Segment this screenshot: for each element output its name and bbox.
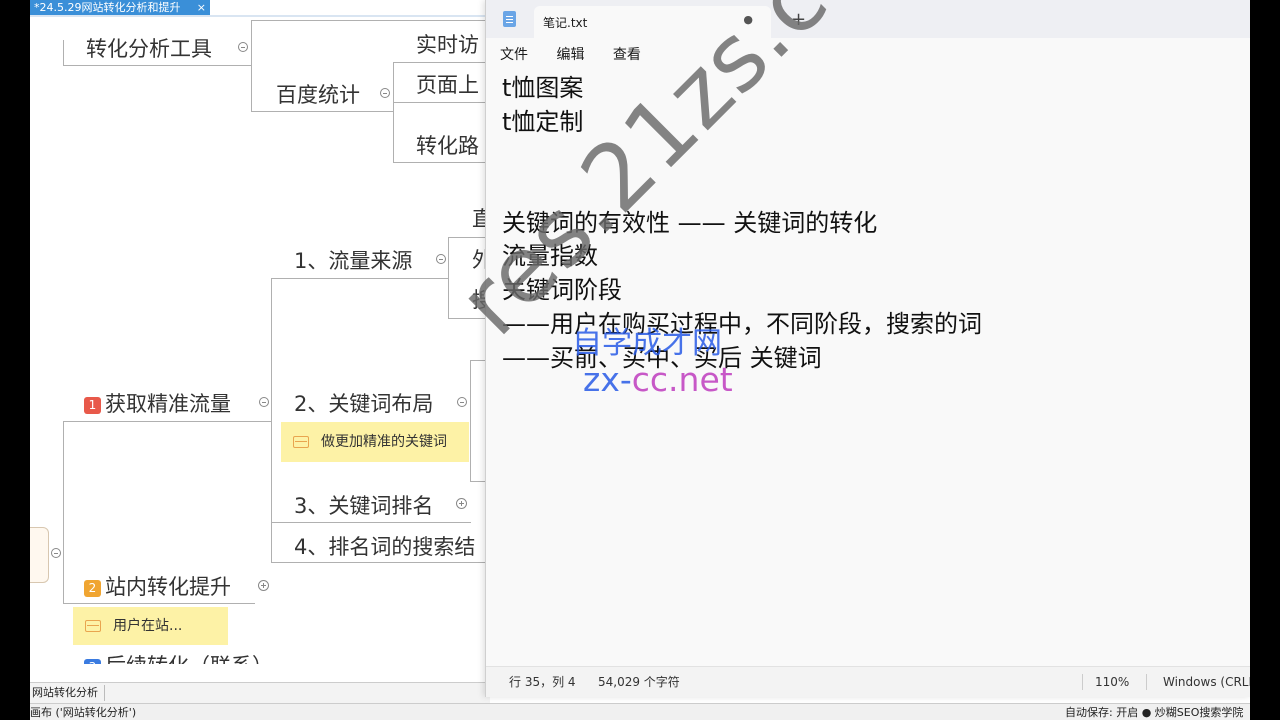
priority-3-icon: 3 xyxy=(84,659,101,664)
connector xyxy=(393,102,491,103)
side-panel-handle[interactable] xyxy=(30,527,49,583)
connector xyxy=(470,360,471,482)
node-baidu[interactable]: 百度统计 xyxy=(276,79,360,109)
mindmap-tab-title: *24.5.29网站转化分析和提升 xyxy=(34,1,181,14)
notepad-app-icon xyxy=(503,11,516,27)
line-ending[interactable]: Windows (CRLF) xyxy=(1163,667,1250,697)
node-keyword-layout[interactable]: 2、关键词布局 xyxy=(294,388,433,418)
connector xyxy=(271,562,491,563)
screen-border xyxy=(1250,0,1280,720)
canvas-status: 画布 ('网站转化分析') xyxy=(30,706,137,719)
notepad-status-bar: 行 35，列 4 54,029 个字符 110% Windows (CRLF) xyxy=(486,666,1250,697)
mindmap-document-tab[interactable]: *24.5.29网站转化分析和提升 × xyxy=(30,0,210,16)
node-keyword-rank[interactable]: 3、关键词排名 xyxy=(294,490,433,520)
collapse-icon[interactable] xyxy=(436,254,446,264)
text-line: t恤图案 xyxy=(502,74,584,102)
connector xyxy=(271,278,448,279)
connector xyxy=(251,20,252,112)
desktop-screen: *24.5.29网站转化分析和提升 × 转化分析工具 百度统计 实时访 页面上 … xyxy=(30,0,1250,720)
node-realtime[interactable]: 实时访 xyxy=(416,29,479,59)
node-site-convert[interactable]: 2 站内转化提升 xyxy=(84,571,231,601)
app-status-bar: 画布 ('网站转化分析') 自动保存: 开启 ● 炒糊SEO搜索学院 xyxy=(30,703,1250,720)
connector xyxy=(63,65,251,66)
divider xyxy=(104,685,105,701)
connector xyxy=(63,603,255,604)
expand-icon[interactable] xyxy=(258,580,269,591)
note-icon xyxy=(85,620,101,632)
connector xyxy=(63,421,64,604)
zoom-level[interactable]: 110% xyxy=(1095,667,1129,697)
collapse-icon[interactable] xyxy=(380,88,390,98)
note-icon xyxy=(293,436,309,448)
watermark-logo-en: zx-cc.net xyxy=(583,360,733,399)
file-tab-title: 笔记.txt xyxy=(543,16,588,30)
char-count: 54,029 个字符 xyxy=(598,675,680,689)
priority-1-icon: 1 xyxy=(84,397,101,414)
node-page[interactable]: 页面上 xyxy=(416,69,479,99)
sheet-tab[interactable]: 网站转化分析 xyxy=(30,686,98,699)
node-follow-up[interactable]: 3后续转化（联系） xyxy=(84,650,273,664)
tab-close-icon[interactable]: × xyxy=(197,0,206,16)
menu-edit[interactable]: 编辑 xyxy=(556,47,584,63)
node-get-traffic[interactable]: 1 获取精准流量 xyxy=(84,388,231,418)
node-path[interactable]: 转化路 xyxy=(416,130,479,160)
expand-icon[interactable] xyxy=(456,498,467,509)
note-keyword[interactable]: 做更加精准的关键词 xyxy=(281,422,469,462)
node-rank-search[interactable]: 4、排名词的搜索结 xyxy=(294,531,475,561)
watermark-logo-cn: 自学成才网 xyxy=(572,326,722,361)
collapse-icon[interactable] xyxy=(238,42,248,52)
connector xyxy=(251,111,393,112)
divider xyxy=(1082,674,1083,690)
notepad-menu-bar: 文件 编辑 查看 xyxy=(500,44,665,64)
collapse-icon[interactable] xyxy=(259,397,269,407)
sheet-tab-bar: 网站转化分析 xyxy=(30,682,490,703)
autosave-status: 自动保存: 开启 ● 炒糊SEO搜索学院 xyxy=(1065,706,1244,719)
text-line: 关键词阶段 xyxy=(502,276,622,305)
connector xyxy=(63,40,64,66)
notepad-titlebar: 笔记.txt ● + xyxy=(486,0,1250,38)
divider xyxy=(1146,674,1147,690)
note-user[interactable]: 用户在站... xyxy=(73,607,228,645)
collapse-icon[interactable] xyxy=(51,548,61,558)
connector xyxy=(393,162,491,163)
connector xyxy=(271,522,471,523)
connector xyxy=(393,62,394,162)
connector xyxy=(251,20,491,21)
priority-2-icon: 2 xyxy=(84,580,101,597)
menu-file[interactable]: 文件 xyxy=(500,47,528,63)
node-traffic-source[interactable]: 1、流量来源 xyxy=(294,245,412,275)
tab-underline xyxy=(30,15,490,17)
menu-view[interactable]: 查看 xyxy=(613,47,641,63)
node-tool[interactable]: 转化分析工具 xyxy=(86,33,212,63)
collapse-icon[interactable] xyxy=(457,397,467,407)
connector xyxy=(393,62,491,63)
connector xyxy=(271,278,272,563)
cursor-position: 行 35，列 4 xyxy=(509,675,576,689)
connector xyxy=(63,421,271,422)
